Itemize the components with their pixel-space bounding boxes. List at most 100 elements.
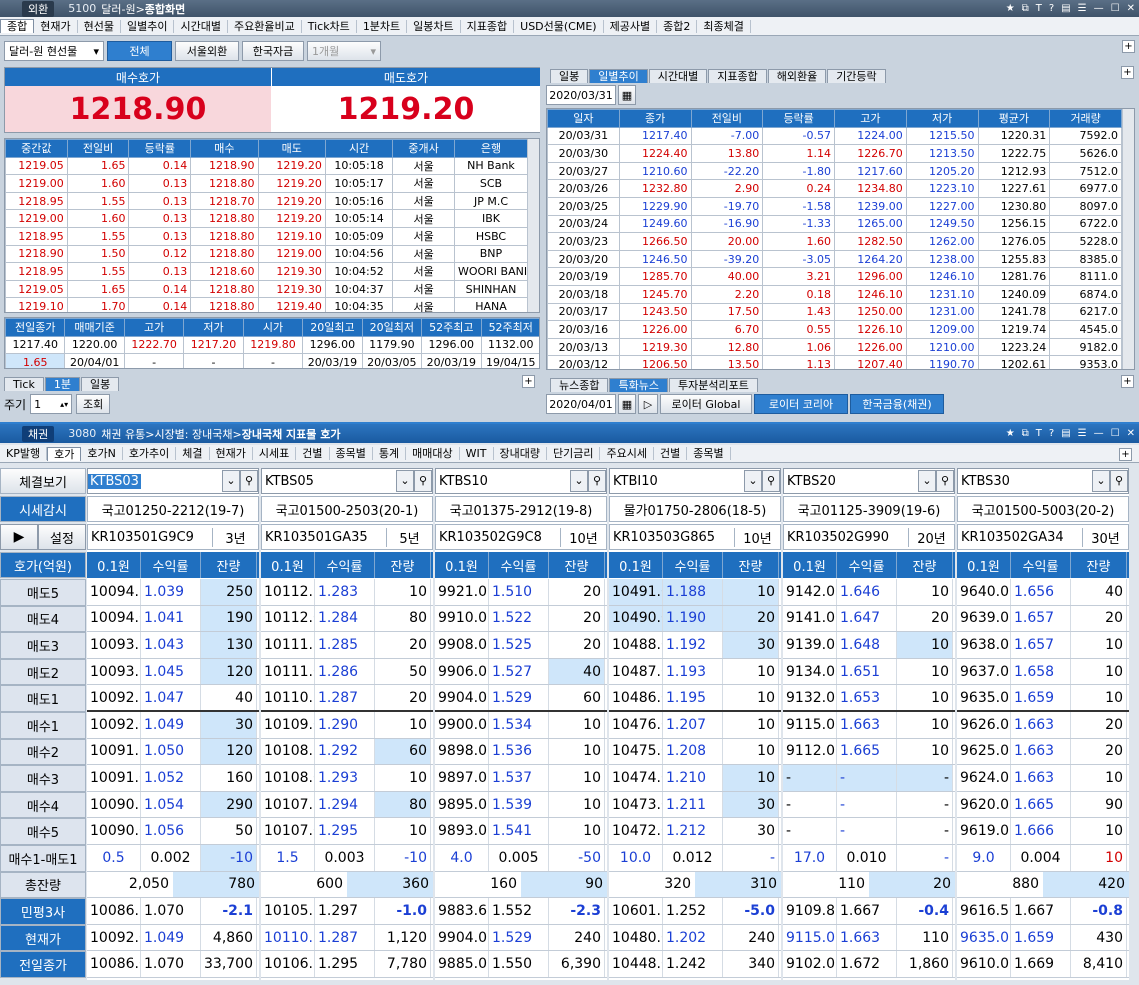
maximize-icon[interactable]: ☐	[1111, 428, 1120, 439]
bond-code-input[interactable]: KTBS10 ⌄ ⚲	[435, 468, 607, 494]
news-source-kfinance[interactable]: 한국금융(채권)	[850, 394, 944, 414]
daily-row[interactable]: 20/03/12 1206.50 13.50 1.13 1207.40 1190.70 12…	[547, 355, 1122, 369]
daily-row[interactable]: 20/03/13 1219.30 12.80 1.06 1226.00 1210.00 12…	[547, 337, 1122, 357]
print-icon[interactable]: ▤	[1061, 3, 1070, 14]
bond-menu-item[interactable]: 호가추이	[123, 447, 177, 460]
tick-row[interactable]: 1218.95 1.55 0.13 1218.80 1219.10 10:05:09 서울 H…	[5, 226, 529, 246]
quote-row[interactable]: 10472.01.21230	[609, 818, 781, 845]
dropdown-icon[interactable]: ⌄	[744, 470, 762, 492]
tab-time[interactable]: 시간대별	[648, 69, 708, 83]
bond-menu-item[interactable]: KP발행	[0, 447, 48, 460]
tab-period[interactable]: 기간등락	[827, 69, 886, 83]
quote-row[interactable]: 9132.0 1.653 10	[783, 685, 955, 712]
search-icon[interactable]: ⚲	[588, 470, 606, 492]
quote-row[interactable]: 9908.0 1.525 20	[435, 632, 607, 659]
tab-tick[interactable]: Tick	[4, 377, 44, 391]
close-icon[interactable]: ✕	[1127, 428, 1135, 439]
daily-row[interactable]: 20/03/27 1210.60 -22.20 -1.80 1217.60 1205.20…	[547, 161, 1122, 181]
help-icon[interactable]: ?	[1049, 3, 1054, 14]
ticks-scrollbar[interactable]	[527, 139, 539, 312]
quote-row[interactable]: 9115.0 1.663 10	[783, 712, 955, 739]
quote-row[interactable]: 9906.0 1.527 40	[435, 658, 607, 686]
quote-row[interactable]: 10491.01.18810	[609, 579, 781, 606]
daily-row[interactable]: 20/03/26 1232.80 2.90 0.24 1234.80 1223.10 122…	[547, 179, 1122, 198]
daily-col-header[interactable]: 종가	[618, 109, 692, 128]
quote-row[interactable]: 9893.0 1.541 10	[435, 818, 607, 845]
tick-row[interactable]: 1219.05 1.65 0.14 1218.90 1219.20 10:05:18 서울 N…	[5, 156, 529, 176]
fx-menu-item[interactable]: 일봉차트	[407, 19, 461, 33]
daily-row[interactable]: 20/03/20 1246.50 -39.20 -3.05 1264.20 1238.00…	[547, 249, 1122, 269]
quote-row[interactable]: 9897.0 1.537 10	[435, 765, 607, 792]
play-icon[interactable]: ▶	[0, 524, 38, 550]
ticks-col-header[interactable]: 중개사	[392, 139, 455, 158]
dropdown-icon[interactable]: ⌄	[222, 470, 240, 492]
tab-daily-candle[interactable]: 일봉	[550, 69, 589, 83]
tab-overseas[interactable]: 해외환율	[767, 69, 827, 83]
filter-all-button[interactable]: 전체	[107, 41, 172, 61]
quote-row[interactable]: 10090.51.054290	[87, 791, 259, 819]
quote-row[interactable]: 9626.0 1.663 20	[957, 712, 1129, 739]
daily-row[interactable]: 20/03/23 1266.50 20.00 1.60 1282.50 1262.00 12…	[547, 232, 1122, 251]
quote-row[interactable]: 9635.0 1.659 10	[957, 685, 1129, 712]
tick-row[interactable]: 1219.10 1.70 0.14 1218.80 1219.40 10:04:35 서울 H…	[5, 297, 529, 312]
quote-row[interactable]: 10093.51.043130	[87, 632, 259, 659]
add-bond-icon[interactable]: +	[1119, 448, 1132, 461]
tick-row[interactable]: 1218.95 1.55 0.13 1218.60 1219.30 10:04:52 서울 W…	[5, 262, 529, 281]
quote-row[interactable]: 10486.01.19510	[609, 685, 781, 712]
quote-row[interactable]: 9898.0 1.536 10	[435, 738, 607, 766]
search-icon[interactable]: ⚲	[240, 470, 258, 492]
quote-row[interactable]: 9.0 0.004 10	[957, 845, 1129, 872]
tick-row[interactable]: 1218.95 1.55 0.13 1218.70 1219.20 10:05:16 서울 J…	[5, 191, 529, 211]
quote-row[interactable]: 9134.0 1.651 10	[783, 658, 955, 686]
ticks-col-header[interactable]: 등락률	[128, 139, 192, 158]
star-icon[interactable]: ★	[1006, 3, 1015, 14]
daily-col-header[interactable]: 등락률	[762, 109, 835, 128]
tick-row[interactable]: 1219.00 1.60 0.13 1218.80 1219.20 10:05:17 서울 S…	[5, 174, 529, 193]
daily-row[interactable]: 20/03/31 1217.40 -7.00 -0.57 1224.00 1215.50 1…	[547, 126, 1122, 146]
ticks-col-header[interactable]: 시간	[324, 139, 394, 158]
quote-row[interactable]: 10112.01.28480	[261, 605, 433, 633]
maximize-icon[interactable]: ☐	[1111, 3, 1120, 14]
tab-news-special[interactable]: 특화뉴스	[609, 378, 668, 392]
daily-row[interactable]: 20/03/25 1229.90 -19.70 -1.58 1239.00 1227.00…	[547, 196, 1122, 216]
tick-row[interactable]: 1219.05 1.65 0.14 1218.80 1219.30 10:04:37 서울 S…	[5, 279, 529, 299]
quote-row[interactable]: 10092.51.04740	[87, 685, 259, 712]
add-panel-icon[interactable]: +	[1122, 40, 1135, 53]
bond-menu-item[interactable]: 시세표	[253, 447, 297, 460]
daily-row[interactable]: 20/03/17 1243.50 17.50 1.43 1250.00 1231.00 12…	[547, 302, 1122, 322]
quote-row[interactable]: 9141.0 1.647 20	[783, 605, 955, 633]
print-icon[interactable]: ▤	[1061, 428, 1070, 439]
news-source-reuters-global[interactable]: 로이터 Global	[660, 394, 752, 414]
quote-row[interactable]: 17.0 0.010-	[783, 845, 955, 872]
quote-row[interactable]: 9139.0 1.648 10	[783, 632, 955, 659]
quote-row[interactable]: 9921.0 1.510 20	[435, 579, 607, 606]
daily-col-header[interactable]: 거래량	[1049, 109, 1122, 128]
bond-menu-item[interactable]: 종목별	[330, 447, 373, 460]
dropdown-icon[interactable]: ⌄	[1092, 470, 1110, 492]
currency-selector[interactable]: 달러-원 현선물 ▾	[4, 41, 104, 61]
setup-button[interactable]: 설정	[38, 524, 86, 550]
fx-menu-item[interactable]: 종합2	[657, 19, 698, 33]
daily-row[interactable]: 20/03/16 1226.00 6.70 0.55 1226.10 1209.00 121…	[547, 320, 1122, 339]
daily-col-header[interactable]: 전일비	[690, 109, 764, 128]
filter-korea-button[interactable]: 한국자금	[242, 41, 304, 61]
quote-row[interactable]: 9895.0 1.539 10	[435, 791, 607, 819]
fx-menu-item[interactable]: 1분차트	[357, 19, 408, 33]
fx-menu-item[interactable]: 일별추이	[121, 19, 175, 33]
link-icon[interactable]: ⧉	[1022, 3, 1029, 14]
daily-col-header[interactable]: 평균가	[977, 109, 1051, 128]
bond-menu-item[interactable]: 건별	[654, 447, 688, 460]
search-icon[interactable]: ⚲	[1110, 470, 1128, 492]
quote-row[interactable]: 10473.01.21130	[609, 791, 781, 819]
quote-row[interactable]: 9620.0 1.665 90	[957, 791, 1129, 819]
quote-row[interactable]: ---	[783, 791, 955, 819]
quote-row[interactable]: 4.0 0.005 -50	[435, 845, 607, 872]
minimize-icon[interactable]: —	[1094, 3, 1104, 14]
add-chart-icon[interactable]: +	[522, 375, 535, 388]
daily-row[interactable]: 20/03/24 1249.60 -16.90 -1.33 1265.00 1249.50…	[547, 214, 1122, 234]
bond-code-input[interactable]: KTBI10 ⌄ ⚲	[609, 468, 781, 494]
bond-menu-item[interactable]: 통계	[373, 447, 407, 460]
quote-row[interactable]: 10474.01.21010	[609, 765, 781, 792]
help-icon[interactable]: ?	[1049, 428, 1054, 439]
search-icon[interactable]: ⚲	[414, 470, 432, 492]
